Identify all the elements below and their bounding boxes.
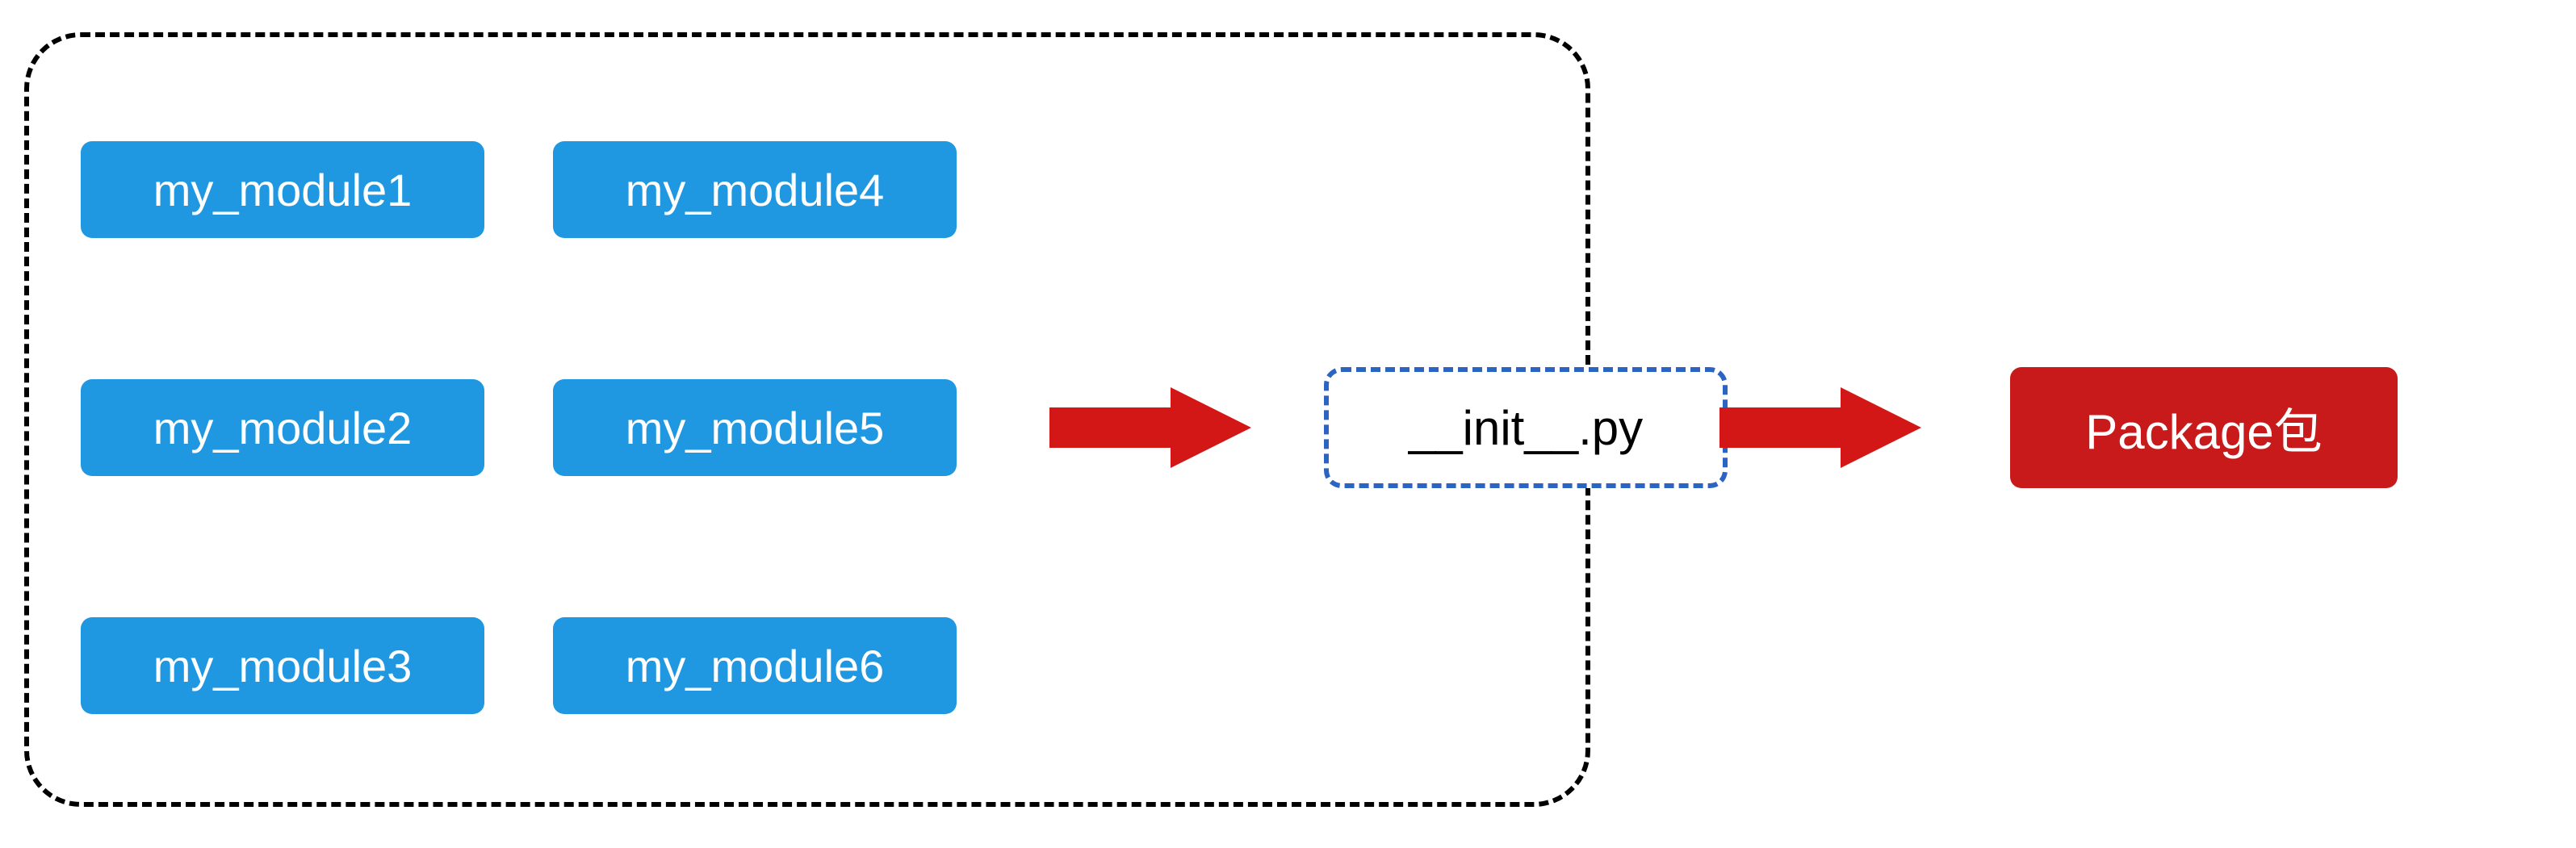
module-box-6: my_module6 <box>553 617 957 714</box>
arrow-init-to-package <box>1719 387 1921 468</box>
init-file-box: __init__.py <box>1324 367 1728 488</box>
arrow-modules-to-init <box>1049 387 1251 468</box>
module-box-2: my_module2 <box>81 379 484 476</box>
module-box-4: my_module4 <box>553 141 957 238</box>
module-box-5: my_module5 <box>553 379 957 476</box>
module-box-3: my_module3 <box>81 617 484 714</box>
module-box-1: my_module1 <box>81 141 484 238</box>
package-box: Package包 <box>2010 367 2398 488</box>
arrow-right-icon <box>1719 387 1921 468</box>
diagram-canvas: my_module1 my_module2 my_module3 my_modu… <box>0 0 2576 848</box>
arrow-right-icon <box>1049 387 1251 468</box>
